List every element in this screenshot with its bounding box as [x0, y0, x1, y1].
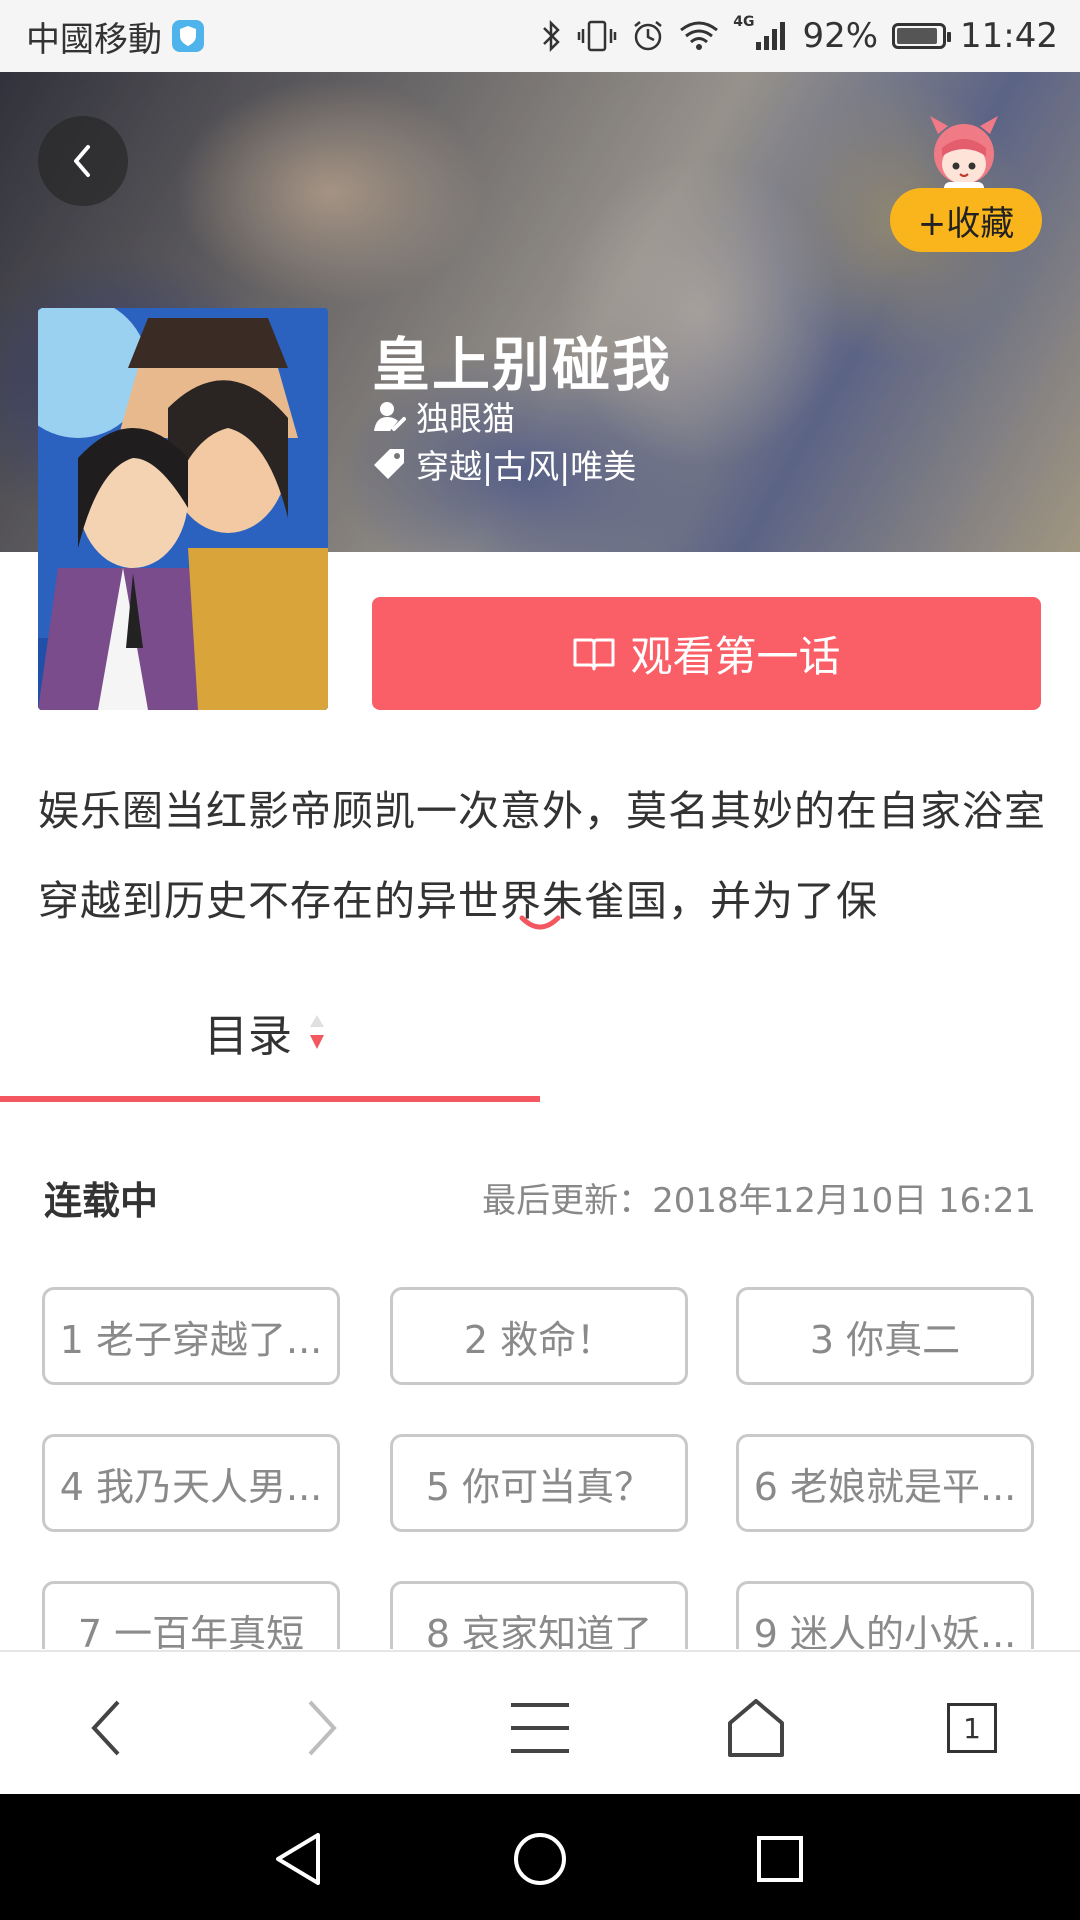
author-row: 独眼猫 — [372, 392, 515, 440]
chapter-button[interactable]: 6 老娘就是平... — [736, 1434, 1034, 1532]
system-navigation-bar — [0, 1794, 1080, 1920]
battery-icon — [892, 23, 952, 49]
nav-back-button[interactable] — [264, 1824, 334, 1894]
chapter-button[interactable]: 9 迷人的小妖... — [736, 1581, 1034, 1649]
expand-chevron-icon[interactable] — [516, 910, 564, 938]
tab-count: 1 — [947, 1703, 997, 1753]
comic-title: 皇上别碰我 — [372, 331, 673, 399]
tab-bar: 目录 — [0, 970, 1080, 1104]
catalog-status-row: 连载中 最后更新：2018年12月10日 16:21 — [44, 1170, 1036, 1225]
chapter-button[interactable]: 2 救命！ — [390, 1287, 688, 1385]
last-updated: 最后更新：2018年12月10日 16:21 — [482, 1181, 1036, 1221]
status-bar: 中國移動 4G 92% 11:42 — [0, 0, 1080, 72]
browser-tabs-button[interactable]: 1 — [932, 1688, 1012, 1768]
browser-back-button[interactable] — [66, 1688, 146, 1768]
chapter-button[interactable]: 7 一百年真短 — [42, 1581, 340, 1649]
chevron-right-icon — [308, 1700, 337, 1756]
wifi-icon — [679, 20, 719, 52]
browser-home-button[interactable] — [716, 1688, 796, 1768]
serialization-status: 连载中 — [44, 1179, 159, 1223]
sort-icon[interactable] — [308, 1013, 326, 1051]
browser-toolbar: 1 — [0, 1650, 1080, 1794]
active-tab-indicator — [0, 1096, 540, 1102]
carrier-label: 中國移動 — [26, 19, 162, 60]
nav-recents-button[interactable] — [745, 1824, 815, 1894]
book-icon — [573, 638, 615, 670]
genre-tags: 穿越|古风|唯美 — [416, 447, 637, 486]
network-type-label: 4G — [733, 14, 755, 30]
author-name[interactable]: 独眼猫 — [416, 392, 515, 440]
tab-catalog-label: 目录 — [204, 1011, 292, 1062]
home-icon — [728, 1699, 784, 1757]
chapter-button[interactable]: 4 我乃天人男... — [42, 1434, 340, 1532]
favorite-button[interactable]: +收藏 — [890, 188, 1042, 252]
chevron-left-icon — [74, 145, 90, 177]
chapter-button[interactable]: 1 老子穿越了... — [42, 1287, 340, 1385]
tag-icon — [374, 449, 404, 479]
read-first-chapter-label: 观看第一话 — [630, 632, 841, 681]
browser-forward-button[interactable] — [282, 1688, 362, 1768]
alarm-icon — [631, 19, 665, 53]
security-shield-icon — [172, 20, 204, 52]
circle-home-icon — [514, 1833, 566, 1885]
chapter-grid: 1 老子穿越了... 2 救命！ 3 你真二 4 我乃天人男... 5 你可当真… — [42, 1287, 1036, 1649]
tab-catalog[interactable]: 目录 — [204, 1000, 326, 1064]
triangle-back-icon — [276, 1833, 320, 1885]
signal-icon: 4G — [733, 14, 788, 52]
back-button[interactable] — [38, 116, 128, 206]
square-recents-icon — [757, 1836, 803, 1882]
read-first-chapter-button[interactable]: 观看第一话 — [372, 597, 1041, 710]
favorite-widget[interactable]: +收藏 — [890, 112, 1042, 252]
chapter-button[interactable]: 3 你真二 — [736, 1287, 1034, 1385]
browser-menu-button[interactable] — [500, 1688, 580, 1768]
author-icon — [374, 402, 406, 431]
clock: 11:42 — [960, 16, 1058, 56]
comic-cover-image[interactable] — [38, 308, 328, 710]
battery-percent: 92% — [802, 16, 879, 56]
nav-home-button[interactable] — [505, 1824, 575, 1894]
vibrate-icon — [577, 19, 617, 53]
bluetooth-icon — [541, 19, 563, 53]
chapter-button[interactable]: 5 你可当真？ — [390, 1434, 688, 1532]
menu-icon — [511, 1703, 569, 1753]
chapter-button[interactable]: 8 哀家知道了 — [390, 1581, 688, 1649]
tags-row: 穿越|古风|唯美 — [372, 440, 636, 488]
chevron-left-icon — [91, 1700, 120, 1756]
